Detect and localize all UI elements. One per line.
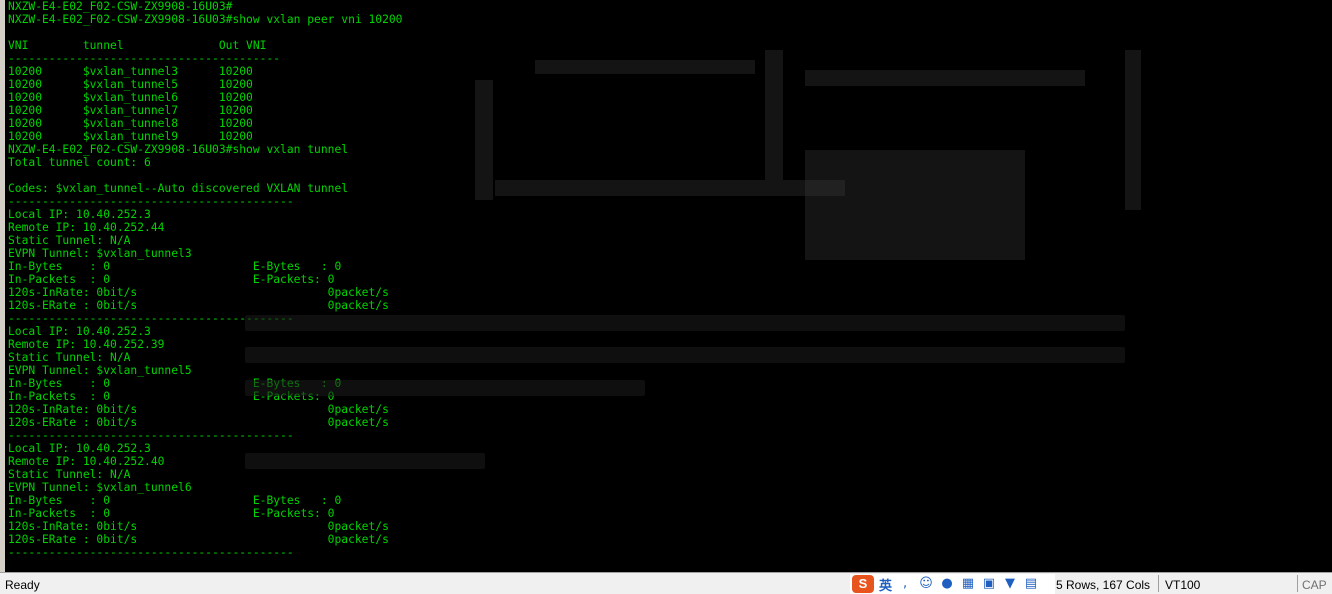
terminal-line: Local IP: 10.40.252.3: [8, 442, 151, 455]
terminal-line: 10200 $vxlan_tunnel8 10200: [8, 117, 253, 130]
terminal-line: Static Tunnel: N/A: [8, 468, 131, 481]
terminal-line: Local IP: 10.40.252.3: [8, 208, 151, 221]
terminal-line: 120s-InRate: 0bit/s 0packet/s: [8, 520, 389, 533]
terminal-line: 10200 $vxlan_tunnel7 10200: [8, 104, 253, 117]
terminal-line: Total tunnel count: 6: [8, 156, 151, 169]
status-caps-indicator: CAP: [1302, 578, 1327, 592]
terminal-line: Static Tunnel: N/A: [8, 234, 131, 247]
terminal-line: 10200 $vxlan_tunnel5 10200: [8, 78, 253, 91]
status-rows-cols: 5 Rows, 167 Cols: [1056, 578, 1151, 592]
status-separator: [1297, 575, 1298, 592]
terminal-line: EVPN Tunnel: $vxlan_tunnel6: [8, 481, 192, 494]
terminal-line: Remote IP: 10.40.252.39: [8, 338, 165, 351]
terminal-line: Codes: $vxlan_tunnel--Auto discovered VX…: [8, 182, 349, 195]
terminal-line: NXZW-E4-E02_F02-CSW-ZX9908-16U03#: [8, 0, 233, 13]
terminal-line: 120s-InRate: 0bit/s 0packet/s: [8, 286, 389, 299]
terminal-line: ----------------------------------------…: [8, 546, 294, 559]
grid-icon[interactable]: ▤: [1023, 576, 1039, 592]
toolbox-icon[interactable]: ▣: [981, 576, 997, 592]
terminal-window[interactable]: NXZW-E4-E02_F02-CSW-ZX9908-16U03# NXZW-E4…: [0, 0, 1332, 572]
terminal-line: ----------------------------------------…: [8, 429, 294, 442]
status-ready-text: Ready: [5, 578, 40, 592]
terminal-line: 120s-ERate : 0bit/s 0packet/s: [8, 533, 389, 546]
emoji-icon[interactable]: ☺: [918, 576, 934, 592]
status-terminal-type: VT100: [1165, 578, 1201, 592]
terminal-line: NXZW-E4-E02_F02-CSW-ZX9908-16U03#show vx…: [8, 143, 349, 156]
ime-language-toggle[interactable]: 英: [879, 575, 892, 594]
status-separator: [1158, 575, 1159, 592]
terminal-line: NXZW-E4-E02_F02-CSW-ZX9908-16U03#show vx…: [8, 13, 403, 26]
terminal-line: In-Packets : 0 E-Packets: 0: [8, 273, 335, 286]
terminal-line: Static Tunnel: N/A: [8, 351, 131, 364]
terminal-line: Local IP: 10.40.252.3: [8, 325, 151, 338]
terminal-line: In-Bytes : 0 E-Bytes : 0: [8, 377, 342, 390]
status-bar: Ready S 英 , ☺ ● ▦ ▣ ▼ ▤ 5 Rows, 167 Cols…: [0, 572, 1332, 594]
ime-toolbar[interactable]: S 英 , ☺ ● ▦ ▣ ▼ ▤: [850, 574, 1055, 594]
terminal-line: 120s-ERate : 0bit/s 0packet/s: [8, 299, 389, 312]
terminal-line: EVPN Tunnel: $vxlan_tunnel5: [8, 364, 192, 377]
keyboard-icon[interactable]: ▦: [960, 576, 976, 592]
terminal-line: ----------------------------------------…: [8, 312, 294, 325]
terminal-line: 10200 $vxlan_tunnel9 10200: [8, 130, 253, 143]
terminal-line: ----------------------------------------…: [8, 195, 294, 208]
terminal-line: Remote IP: 10.40.252.44: [8, 221, 165, 234]
terminal-line: Remote IP: 10.40.252.40: [8, 455, 165, 468]
terminal-line: 120s-InRate: 0bit/s 0packet/s: [8, 403, 389, 416]
terminal-line: EVPN Tunnel: $vxlan_tunnel3: [8, 247, 192, 260]
terminal-line: 10200 $vxlan_tunnel6 10200: [8, 91, 253, 104]
terminal-line: 10200 $vxlan_tunnel3 10200: [8, 65, 253, 78]
terminal-line: In-Bytes : 0 E-Bytes : 0: [8, 494, 342, 507]
terminal-line: 120s-ERate : 0bit/s 0packet/s: [8, 416, 389, 429]
terminal-output[interactable]: NXZW-E4-E02_F02-CSW-ZX9908-16U03# NXZW-E4…: [8, 0, 402, 559]
punctuation-icon[interactable]: ,: [897, 576, 913, 592]
microphone-icon[interactable]: ●: [939, 576, 955, 592]
terminal-line: ----------------------------------------: [8, 52, 281, 65]
terminal-line: In-Packets : 0 E-Packets: 0: [8, 390, 335, 403]
terminal-line: In-Bytes : 0 E-Bytes : 0: [8, 260, 342, 273]
skin-icon[interactable]: ▼: [1002, 576, 1018, 592]
terminal-line: VNI tunnel Out VNI: [8, 39, 267, 52]
sogou-ime-icon[interactable]: S: [852, 575, 874, 593]
terminal-line: In-Packets : 0 E-Packets: 0: [8, 507, 335, 520]
